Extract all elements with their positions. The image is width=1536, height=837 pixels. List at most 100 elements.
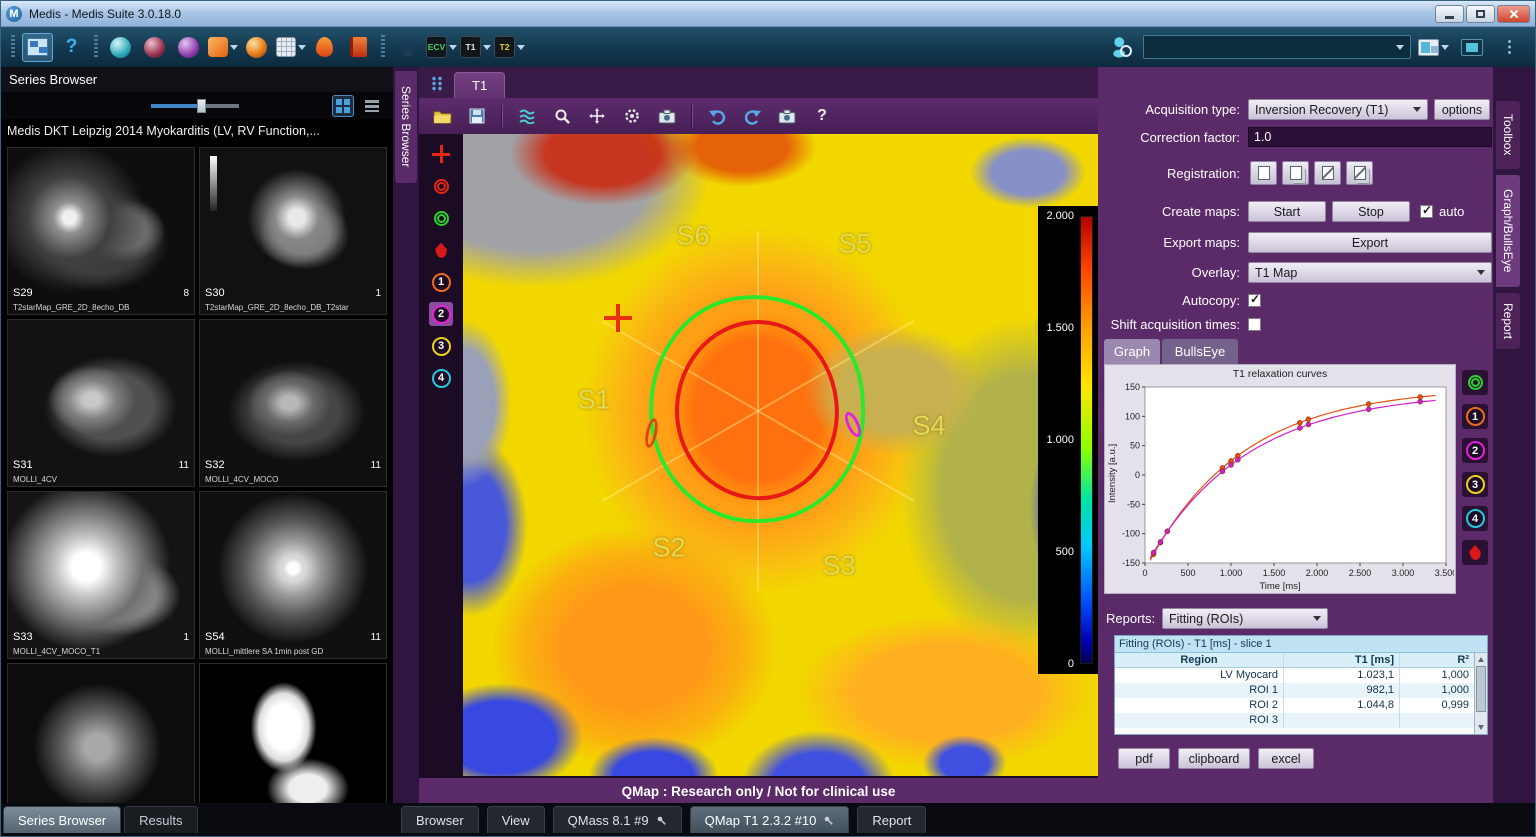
tab-bullseye[interactable]: BullsEye (1162, 339, 1238, 364)
save-button[interactable] (464, 103, 490, 129)
qmass-app-button[interactable] (139, 33, 170, 62)
clipboard-button[interactable]: clipboard (1178, 748, 1250, 769)
grid-view-button[interactable] (332, 95, 354, 117)
report-table-row[interactable]: LV Myocard1.023,11,000 (1115, 668, 1487, 683)
roi-3-curve-button[interactable]: 3 (1462, 472, 1488, 497)
dock-tab-series-browser[interactable]: Series Browser (395, 71, 417, 183)
overlay-dropdown[interactable]: T1 Map (1248, 262, 1492, 283)
viewer-tab-t1[interactable]: T1 (454, 72, 505, 98)
redo-button[interactable] (739, 103, 765, 129)
slider-handle[interactable] (197, 99, 206, 113)
calculator-app-button[interactable] (275, 33, 306, 62)
registration-deformable-button[interactable] (1346, 161, 1373, 185)
app-tab-qmap-t1-2-3-2-10[interactable]: QMap T1 2.3.2 #10 (690, 806, 850, 833)
toolbar-grip[interactable] (11, 35, 15, 59)
minimize-button[interactable] (1435, 5, 1464, 23)
tab-graph[interactable]: Graph (1104, 339, 1160, 364)
open-button[interactable] (429, 103, 455, 129)
qmap-t2star-app-button[interactable] (309, 33, 340, 62)
t2-tool-button[interactable]: T2 (494, 33, 525, 62)
shift-acquisition-checkbox[interactable] (1248, 318, 1261, 331)
toolbar-grip[interactable] (94, 35, 98, 59)
dual-monitor-button[interactable] (1456, 33, 1487, 62)
t1-tool-button[interactable]: T1 (460, 33, 491, 62)
qstrain-app-button[interactable] (173, 33, 204, 62)
start-button[interactable]: Start (1248, 201, 1326, 222)
app-tab-view[interactable]: View (487, 806, 545, 833)
series-thumbnail[interactable]: S301T2starMap_GRE_2D_8echo_DB_T2star (199, 147, 387, 315)
display-settings-button[interactable] (619, 103, 645, 129)
report-table-row[interactable]: ROI 21.044,80,999 (1115, 698, 1487, 713)
series-thumbnail[interactable]: S3211MOLLI_4CV_MOCO (199, 319, 387, 487)
list-view-button[interactable] (361, 95, 383, 117)
registration-none-button[interactable] (1250, 161, 1277, 185)
roi-4-tool-button[interactable]: 4 (429, 366, 453, 390)
registration-affine-button[interactable] (1314, 161, 1341, 185)
pdf-button[interactable]: pdf (1118, 748, 1170, 769)
patient-search-button[interactable] (1105, 33, 1136, 62)
scrollbar-thumb[interactable] (1476, 666, 1486, 712)
roi-3-tool-button[interactable]: 3 (429, 334, 453, 358)
toolbar-grip[interactable] (381, 35, 385, 59)
snapshot-button[interactable] (654, 103, 680, 129)
series-thumbnail[interactable]: S3111MOLLI_4CV (7, 319, 195, 487)
export-app-button[interactable] (207, 33, 238, 62)
app-tab-report[interactable]: Report (857, 806, 926, 833)
roi-1-curve-button[interactable]: 1 (1462, 404, 1488, 429)
correction-factor-field[interactable] (1248, 127, 1492, 147)
reports-dropdown[interactable]: Fitting (ROIs) (1162, 608, 1328, 629)
excel-button[interactable]: excel (1258, 748, 1314, 769)
dock-tab-graph-bullseye[interactable]: Graph/BullsEye (1496, 175, 1520, 287)
panel-tab-series-browser[interactable]: Series Browser (3, 806, 121, 833)
dock-tab-toolbox[interactable]: Toolbox (1496, 101, 1520, 169)
dock-tab-report[interactable]: Report (1496, 293, 1520, 349)
export-button[interactable]: Export (1248, 232, 1492, 253)
roi-1-tool-button[interactable]: 1 (429, 270, 453, 294)
crosshair-tool-button[interactable] (429, 142, 453, 166)
contours-button[interactable] (514, 103, 540, 129)
search-combobox[interactable] (1143, 35, 1411, 59)
series-thumbnail[interactable]: S5411MOLLI_mittlere SA 1min post GD (199, 491, 387, 659)
view-app-button[interactable] (241, 33, 272, 62)
search-input[interactable] (1144, 40, 1394, 54)
close-button[interactable] (1497, 5, 1530, 23)
table-scrollbar[interactable] (1474, 653, 1487, 734)
viewer-help-button[interactable]: ? (809, 103, 835, 129)
marker-tool-button[interactable] (429, 238, 453, 262)
layout-button[interactable] (22, 33, 53, 62)
patient-button[interactable] (392, 33, 423, 62)
epi-contour-tool-button[interactable] (429, 206, 453, 230)
report-table-row[interactable]: ROI 1982,11,000 (1115, 683, 1487, 698)
undo-button[interactable] (704, 103, 730, 129)
overflow-menu-button[interactable]: ⋮ (1494, 33, 1525, 62)
pan-button[interactable] (584, 103, 610, 129)
ecv-tool-button[interactable]: ECV (426, 33, 457, 62)
options-button[interactable]: options (1434, 99, 1490, 120)
report-table-row[interactable]: ROI 3 (1115, 713, 1487, 728)
export-image-button[interactable] (774, 103, 800, 129)
roi-2-tool-button[interactable]: 2 (429, 302, 453, 326)
drag-handle-icon[interactable] (431, 76, 444, 92)
series-thumbnail[interactable]: S5511MOLLI_mittlere SA 1min post GD_MOCO (7, 663, 195, 803)
app-tab-qmass-8-1-9[interactable]: QMass 8.1 #9 (553, 806, 682, 833)
panel-tab-results[interactable]: Results (124, 806, 197, 833)
autocopy-checkbox[interactable] (1248, 294, 1261, 307)
stop-button[interactable]: Stop (1332, 201, 1410, 222)
qmap-app-button[interactable] (343, 33, 374, 62)
medis-app-button[interactable] (105, 33, 136, 62)
thumbnail-size-slider[interactable] (151, 104, 239, 108)
series-thumbnail[interactable]: S561MOLLI_mittlere SA 1min post GD_MOCO_… (199, 663, 387, 803)
epi-curve-button[interactable] (1462, 370, 1488, 395)
auto-checkbox[interactable] (1420, 205, 1433, 218)
t1-map-image[interactable]: S1 S2 S3 S4 S5 S6 2.0001.5001.0005000 (463, 134, 1098, 776)
series-thumbnail[interactable]: S331MOLLI_4CV_MOCO_T1 (7, 491, 195, 659)
acquisition-type-dropdown[interactable]: Inversion Recovery (T1) (1248, 99, 1428, 120)
series-thumbnail[interactable]: S298T2starMap_GRE_2D_8echo_DB (7, 147, 195, 315)
endo-contour-tool-button[interactable] (429, 174, 453, 198)
roi-2-curve-button[interactable]: 2 (1462, 438, 1488, 463)
screen-layout-button[interactable] (1418, 33, 1449, 62)
roi-4-curve-button[interactable]: 4 (1462, 506, 1488, 531)
registration-rigid-button[interactable] (1282, 161, 1309, 185)
blood-pool-button[interactable] (1462, 540, 1488, 565)
help-button[interactable]: ? (56, 33, 87, 62)
